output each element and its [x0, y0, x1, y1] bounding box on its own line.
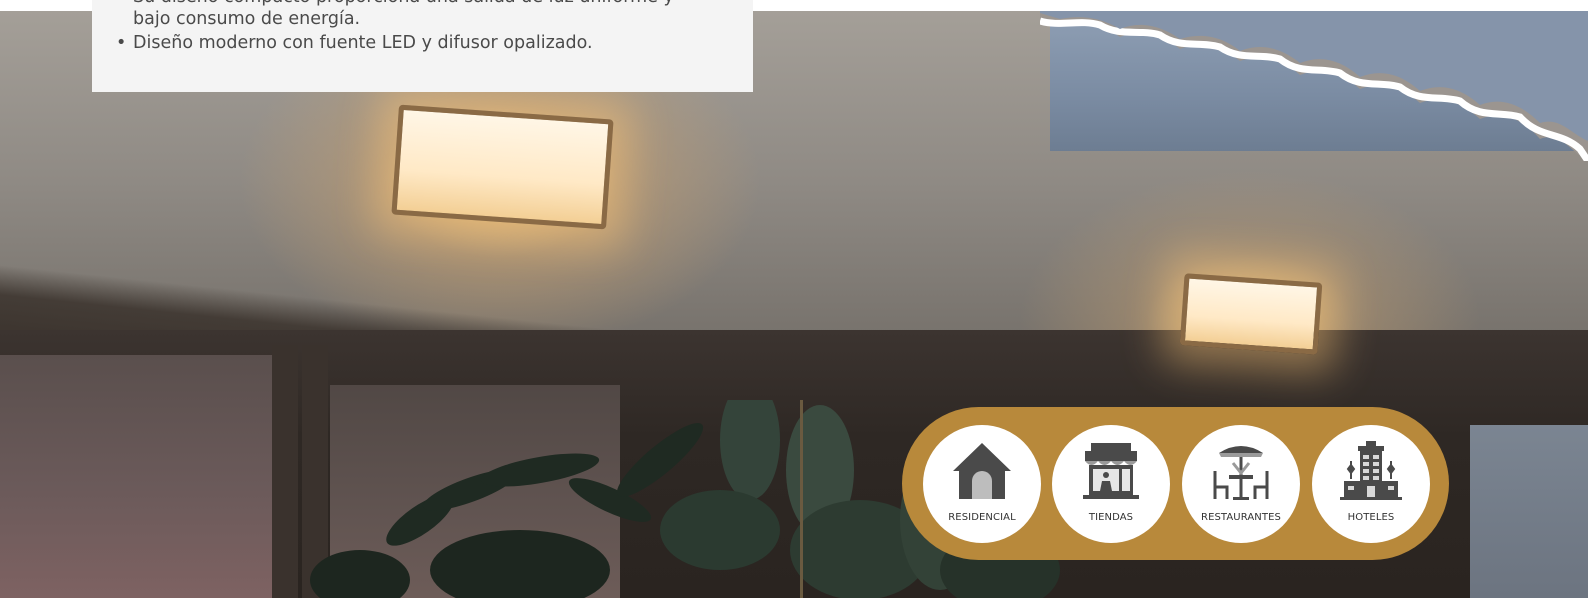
feature-item: • Su diseño compacto proporciona una sali…: [112, 0, 712, 30]
bullet-dot: •: [116, 0, 126, 8]
category-hoteles[interactable]: HOTELES: [1312, 425, 1430, 543]
wall-lamp-large: [391, 104, 614, 230]
category-pill: RESIDENCIAL TIENDAS RESTAURANTES HOTELES: [902, 407, 1449, 560]
feature-text: Su diseño compacto proporciona una salid…: [133, 0, 674, 29]
category-tiendas[interactable]: TIENDAS: [1052, 425, 1170, 543]
hotel-building-icon: [1312, 441, 1430, 503]
category-label: HOTELES: [1347, 512, 1395, 523]
roof-tiles: [1040, 11, 1588, 161]
category-label: TIENDAS: [1088, 512, 1134, 523]
house-icon: [923, 441, 1041, 503]
store-icon: [1052, 441, 1170, 503]
window-right: [1470, 425, 1588, 598]
bullet-dot: •: [116, 33, 127, 53]
category-residencial[interactable]: RESIDENCIAL: [923, 425, 1041, 543]
category-label: RESTAURANTES: [1201, 512, 1281, 523]
feature-list: • Su diseño compacto proporciona una sali…: [112, 0, 712, 56]
feature-text: Diseño moderno con fuente LED y difusor …: [133, 33, 593, 53]
feature-item: • Diseño moderno con fuente LED y difusor…: [112, 32, 712, 54]
info-card: • Su diseño compacto proporciona una sali…: [92, 0, 753, 92]
wall-lamp-small: [1179, 273, 1323, 355]
category-label: RESIDENCIAL: [948, 512, 1016, 523]
window-left: [0, 355, 272, 598]
category-restaurantes[interactable]: RESTAURANTES: [1182, 425, 1300, 543]
restaurant-table-icon: [1182, 441, 1300, 503]
window-frame: [272, 345, 298, 598]
